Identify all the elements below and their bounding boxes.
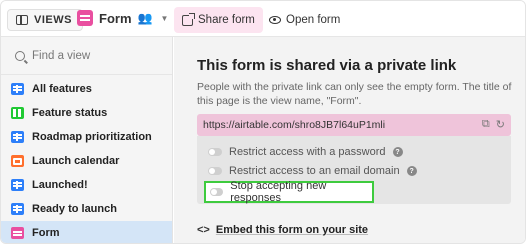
eye-icon — [269, 16, 281, 24]
sidebar-item-label: Roadmap prioritization — [32, 131, 152, 143]
help-icon[interactable]: ? — [406, 166, 417, 176]
sidebar-item-label: Launch calendar — [32, 155, 120, 167]
sidebar-item-label: All features — [32, 83, 92, 95]
sidebar-item-all-features[interactable]: All features — [1, 77, 172, 101]
sidebar-item-feature-status[interactable]: Feature status — [1, 101, 172, 125]
share-link-text: https://airtable.com/shro8JB7l64uP1mli — [203, 119, 386, 131]
sidebar-item-launch-calendar[interactable]: Launch calendar — [1, 149, 172, 173]
share-form-button[interactable]: Share form — [174, 7, 263, 33]
sidebar-item-launched[interactable]: Launched! — [1, 173, 172, 197]
chevron-down-icon: ▼ — [160, 13, 169, 23]
sidebar-item-label: Launched! — [32, 179, 88, 191]
option-label: Restrict access to an email domain — [229, 165, 400, 177]
option-label: Stop accepting new responses — [230, 180, 327, 204]
option-label: Restrict access with a password — [229, 146, 386, 158]
stop-accepting-responses-option[interactable]: Stop accepting new responses — [204, 180, 374, 204]
sidebar-item-roadmap-prioritization[interactable]: Roadmap prioritization — [1, 125, 172, 149]
form-view-icon — [77, 10, 93, 26]
search-placeholder: Find a view — [32, 49, 91, 62]
people-icon: 👥 — [137, 11, 153, 25]
find-view-search[interactable]: Find a view — [1, 37, 172, 75]
share-link-field[interactable]: https://airtable.com/shro8JB7l64uP1mli ⧉… — [197, 114, 511, 136]
open-form-label: Open form — [286, 14, 341, 26]
password-toggle[interactable] — [208, 148, 222, 156]
app-window: VIEWS Form 👥 ▼ Share form Open form Find… — [0, 0, 526, 244]
grid-view-icon — [11, 131, 24, 143]
restrict-email-domain-option[interactable]: Restrict access to an email domain ? — [208, 163, 417, 179]
views-sidebar: Find a view All features Feature status … — [1, 37, 173, 243]
open-form-button[interactable]: Open form — [263, 7, 346, 33]
grid-view-icon — [11, 179, 24, 191]
stop-responses-toggle[interactable] — [210, 188, 224, 196]
sidebar-icon — [16, 15, 28, 25]
regenerate-link-icon[interactable]: ↻ — [496, 118, 505, 131]
share-form-label: Share form — [198, 14, 255, 26]
view-switcher[interactable]: Form 👥 ▼ — [77, 10, 168, 26]
sidebar-item-ready-to-launch[interactable]: Ready to launch — [1, 197, 172, 221]
email-domain-toggle[interactable] — [208, 167, 222, 175]
embed-label: Embed this form on your site — [215, 224, 369, 236]
grid-view-icon — [11, 203, 24, 215]
kanban-view-icon — [11, 107, 24, 119]
share-form-panel: This form is shared via a private link P… — [174, 37, 525, 243]
help-icon[interactable]: ? — [392, 147, 403, 157]
view-toolbar: VIEWS Form 👥 ▼ Share form Open form — [1, 1, 525, 37]
share-icon — [182, 12, 195, 26]
panel-description: People with the private link can only se… — [197, 81, 512, 107]
restrict-password-option[interactable]: Restrict access with a password ? — [208, 144, 403, 160]
panel-heading: This form is shared via a private link — [197, 57, 457, 74]
grid-view-icon — [11, 83, 24, 95]
view-title: Form — [99, 10, 132, 26]
link-actions: ⧉ ↻ — [482, 118, 505, 131]
open-link-icon[interactable]: ⧉ — [482, 118, 490, 131]
calendar-view-icon — [11, 155, 24, 167]
code-icon: <> — [197, 224, 210, 236]
sidebar-item-form[interactable]: Form — [1, 221, 172, 243]
sidebar-item-label: Form — [32, 227, 60, 239]
search-icon — [15, 50, 25, 61]
views-label: VIEWS — [34, 14, 72, 26]
sidebar-item-label: Ready to launch — [32, 203, 117, 215]
views-toggle-button[interactable]: VIEWS — [7, 9, 83, 31]
form-view-icon — [11, 227, 24, 239]
sidebar-item-label: Feature status — [32, 107, 108, 119]
embed-form-link[interactable]: <> Embed this form on your site — [197, 224, 368, 236]
